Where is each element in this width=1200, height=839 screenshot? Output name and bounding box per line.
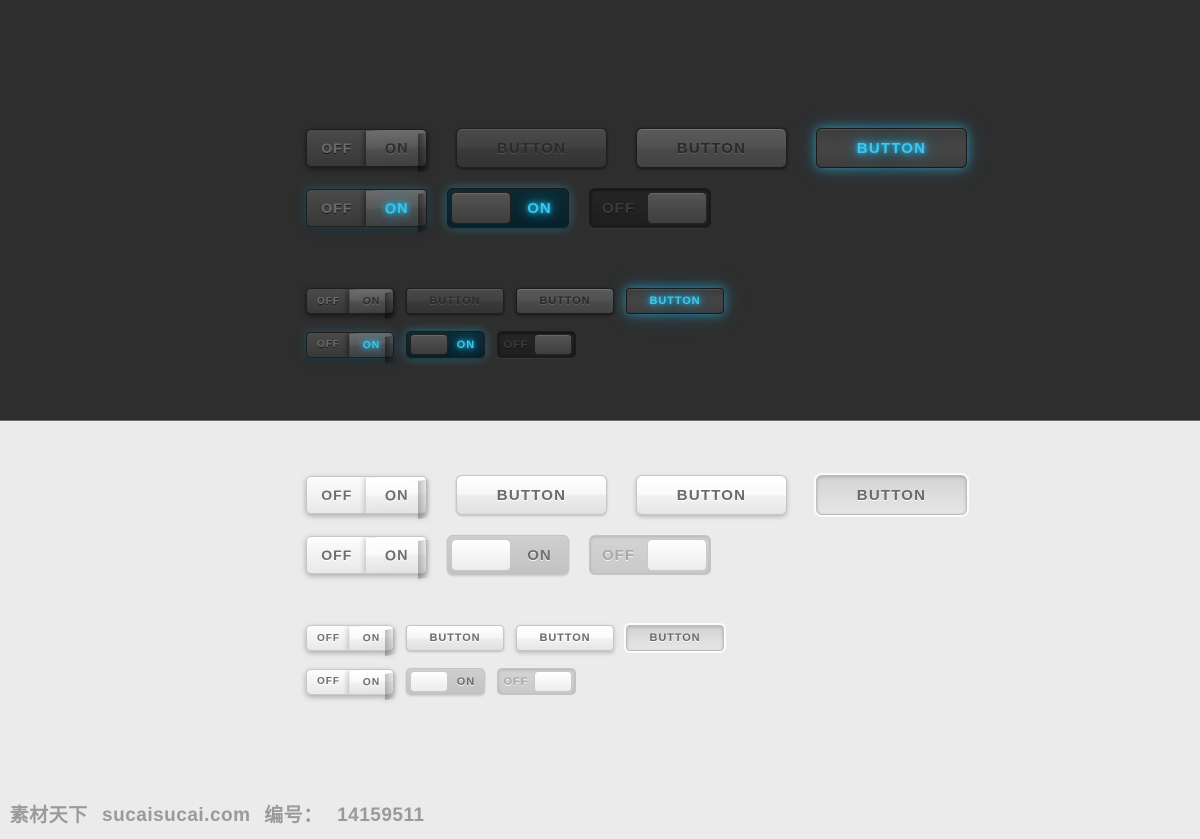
- light-button-active[interactable]: BUTTON: [816, 475, 967, 515]
- toggle-label-off: OFF: [307, 332, 350, 357]
- dark-button-hover[interactable]: BUTTON: [636, 128, 787, 168]
- dark-button-normal[interactable]: BUTTON: [456, 128, 607, 168]
- light-theme-section: OFF ON BUTTON BUTTON BUTTON OFF ON ON OF…: [0, 421, 1200, 839]
- slider-label: ON: [456, 338, 476, 351]
- toggle-label-off: OFF: [307, 477, 367, 513]
- toggle-label-on: ON: [365, 477, 426, 513]
- slider-label: OFF: [503, 338, 529, 351]
- light-toggle-peel-on[interactable]: OFF ON: [306, 536, 430, 580]
- toggle-label-on: ON: [349, 332, 393, 357]
- toggle-label-off: OFF: [307, 669, 350, 694]
- toggle-face: OFF ON: [306, 129, 427, 167]
- slider-knob[interactable]: [451, 539, 511, 571]
- slider-knob[interactable]: [534, 334, 572, 355]
- watermark-footer: 素材天下 sucaisucai.com 编号： 14159511: [10, 800, 439, 827]
- dark-small-row-2: OFF ON ON OFF: [306, 331, 576, 363]
- toggle-face: OFF ON: [306, 331, 394, 358]
- slider-label: OFF: [602, 199, 635, 217]
- slider-knob[interactable]: [410, 334, 448, 355]
- dark-toggle-peel-on-small[interactable]: OFF ON: [306, 331, 397, 363]
- dark-slider-off-small[interactable]: OFF: [497, 331, 576, 358]
- dark-slider-on-small[interactable]: ON: [406, 331, 485, 358]
- watermark-site-name: 素材天下: [10, 805, 89, 826]
- watermark-domain: sucaisucai.com: [102, 805, 251, 826]
- toggle-face: OFF ON: [306, 536, 427, 574]
- toggle-face: OFF ON: [306, 288, 394, 314]
- dark-button-normal-small[interactable]: BUTTON: [406, 288, 504, 314]
- slider-knob[interactable]: [647, 539, 707, 571]
- slider-knob[interactable]: [647, 192, 707, 224]
- dark-slider-off[interactable]: OFF: [589, 188, 711, 228]
- toggle-label-on: ON: [365, 190, 426, 226]
- dark-small-row-1: OFF ON BUTTON BUTTON BUTTON: [306, 288, 724, 320]
- dark-toggle-peel-off[interactable]: OFF ON: [306, 129, 430, 173]
- dark-button-active-small[interactable]: BUTTON: [626, 288, 724, 314]
- toggle-label-off: OFF: [307, 626, 350, 650]
- light-slider-on[interactable]: ON: [447, 535, 569, 575]
- dark-button-hover-small[interactable]: BUTTON: [516, 288, 614, 314]
- dark-toggle-peel-on[interactable]: OFF ON: [306, 189, 430, 233]
- slider-label: OFF: [503, 675, 529, 688]
- light-button-hover[interactable]: BUTTON: [636, 475, 787, 515]
- toggle-label-off: OFF: [307, 130, 367, 166]
- slider-knob[interactable]: [534, 671, 572, 692]
- toggle-face: OFF ON: [306, 668, 394, 695]
- dark-toggle-peel-off-small[interactable]: OFF ON: [306, 288, 397, 320]
- light-slider-off-small[interactable]: OFF: [497, 668, 576, 695]
- slider-label: ON: [456, 675, 476, 688]
- light-button-hover-small[interactable]: BUTTON: [516, 625, 614, 651]
- dark-large-row-1: OFF ON BUTTON BUTTON BUTTON: [306, 128, 967, 173]
- dark-large-row-2: OFF ON ON OFF: [306, 188, 711, 233]
- light-toggle-peel-on-small[interactable]: OFF ON: [306, 668, 397, 700]
- light-button-active-small[interactable]: BUTTON: [626, 625, 724, 651]
- light-large-row-2: OFF ON ON OFF: [306, 535, 711, 580]
- light-small-row-1: OFF ON BUTTON BUTTON BUTTON: [306, 625, 724, 657]
- light-slider-on-small[interactable]: ON: [406, 668, 485, 695]
- slider-knob[interactable]: [410, 671, 448, 692]
- slider-knob[interactable]: [451, 192, 511, 224]
- watermark-id-label: 编号：: [264, 805, 324, 826]
- light-button-normal[interactable]: BUTTON: [456, 475, 607, 515]
- toggle-label-on: ON: [349, 669, 393, 694]
- slider-label: ON: [527, 199, 552, 217]
- light-small-row-2: OFF ON ON OFF: [306, 668, 576, 700]
- light-toggle-peel-off-small[interactable]: OFF ON: [306, 625, 397, 657]
- toggle-label-on: ON: [365, 130, 426, 166]
- toggle-label-off: OFF: [307, 190, 367, 226]
- light-button-normal-small[interactable]: BUTTON: [406, 625, 504, 651]
- toggle-label-off: OFF: [307, 537, 367, 573]
- dark-slider-on[interactable]: ON: [447, 188, 569, 228]
- slider-label: ON: [527, 546, 552, 564]
- dark-button-active[interactable]: BUTTON: [816, 128, 967, 168]
- toggle-face: OFF ON: [306, 476, 427, 514]
- toggle-label-off: OFF: [307, 289, 350, 313]
- light-slider-off[interactable]: OFF: [589, 535, 711, 575]
- watermark-id-number: 14159511: [337, 805, 425, 826]
- toggle-label-on: ON: [349, 626, 393, 650]
- light-large-row-1: OFF ON BUTTON BUTTON BUTTON: [306, 475, 967, 520]
- toggle-face: OFF ON: [306, 625, 394, 651]
- slider-label: OFF: [602, 546, 635, 564]
- toggle-label-on: ON: [365, 537, 426, 573]
- dark-theme-section: OFF ON BUTTON BUTTON BUTTON OFF ON ON OF…: [0, 0, 1200, 421]
- light-toggle-peel-off[interactable]: OFF ON: [306, 476, 430, 520]
- toggle-face: OFF ON: [306, 189, 427, 227]
- toggle-label-on: ON: [349, 289, 393, 313]
